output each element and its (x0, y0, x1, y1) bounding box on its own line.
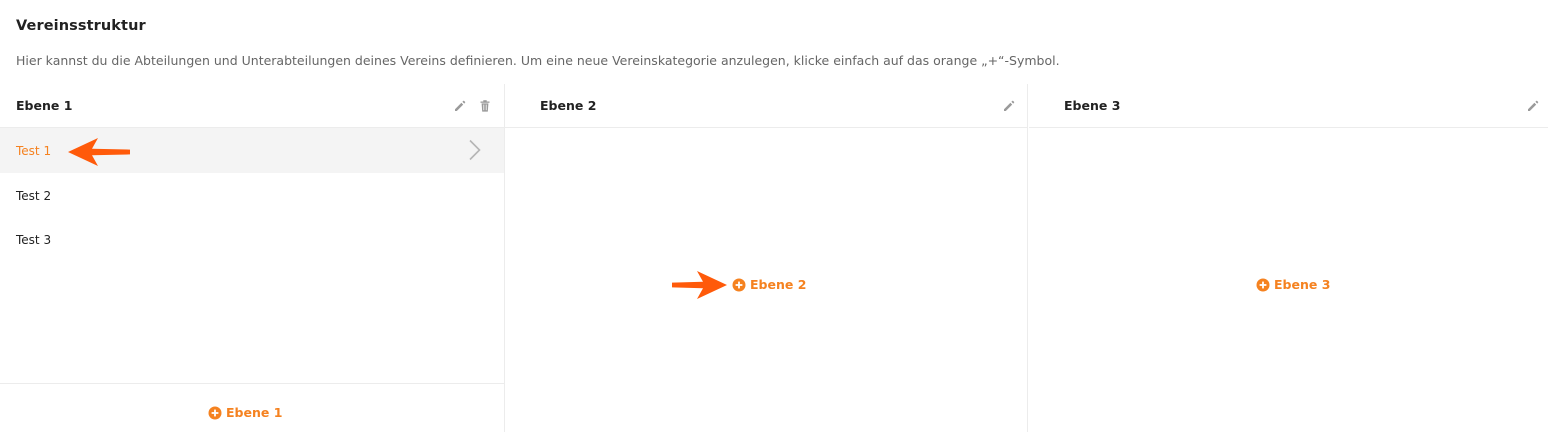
list-item[interactable]: Test 2 (0, 173, 504, 218)
list-item[interactable]: Test 3 (0, 217, 504, 262)
plus-circle-icon (732, 278, 746, 291)
list-item-label: Test 2 (16, 188, 52, 203)
annotation-arrow-right-icon (672, 271, 727, 299)
column-footer: Ebene 1 (0, 383, 504, 432)
column-header: Ebene 2 (505, 84, 1027, 128)
column-title: Ebene 1 (16, 98, 73, 113)
column-title: Ebene 2 (540, 98, 597, 113)
pencil-icon[interactable] (453, 99, 467, 113)
column-ebene-2: Ebene 2 Ebene 2 (505, 84, 1028, 432)
add-ebene-1-button[interactable]: Ebene 1 (208, 405, 282, 420)
pencil-icon[interactable] (1526, 99, 1540, 113)
list-item-label: Test 1 (16, 144, 52, 158)
column-ebene-3: Ebene 3 Ebene 3 (1029, 84, 1548, 432)
plus-circle-icon (208, 406, 222, 419)
plus-circle-icon (1256, 278, 1270, 291)
page-title: Vereinsstruktur (16, 18, 146, 34)
add-ebene-2-button[interactable]: Ebene 2 (732, 277, 806, 292)
add-button-label: Ebene 1 (226, 405, 283, 420)
add-button-label: Ebene 2 (750, 277, 807, 292)
add-button-label: Ebene 3 (1274, 277, 1331, 292)
page-description: Hier kannst du die Abteilungen und Unter… (16, 53, 1060, 68)
list-item-label: Test 3 (16, 233, 52, 247)
column-header: Ebene 3 (1029, 84, 1548, 128)
add-ebene-3-button[interactable]: Ebene 3 (1256, 277, 1330, 292)
trash-icon[interactable] (478, 99, 492, 113)
annotation-arrow-left-icon (68, 138, 130, 166)
column-title: Ebene 3 (1064, 98, 1121, 113)
structure-columns: Ebene 1 Test 1 Test 2 Test 3 Ebene 1 Ebe… (0, 84, 1548, 432)
chevron-right-icon (468, 139, 482, 161)
column-header: Ebene 1 (0, 84, 504, 128)
pencil-icon[interactable] (1002, 99, 1016, 113)
